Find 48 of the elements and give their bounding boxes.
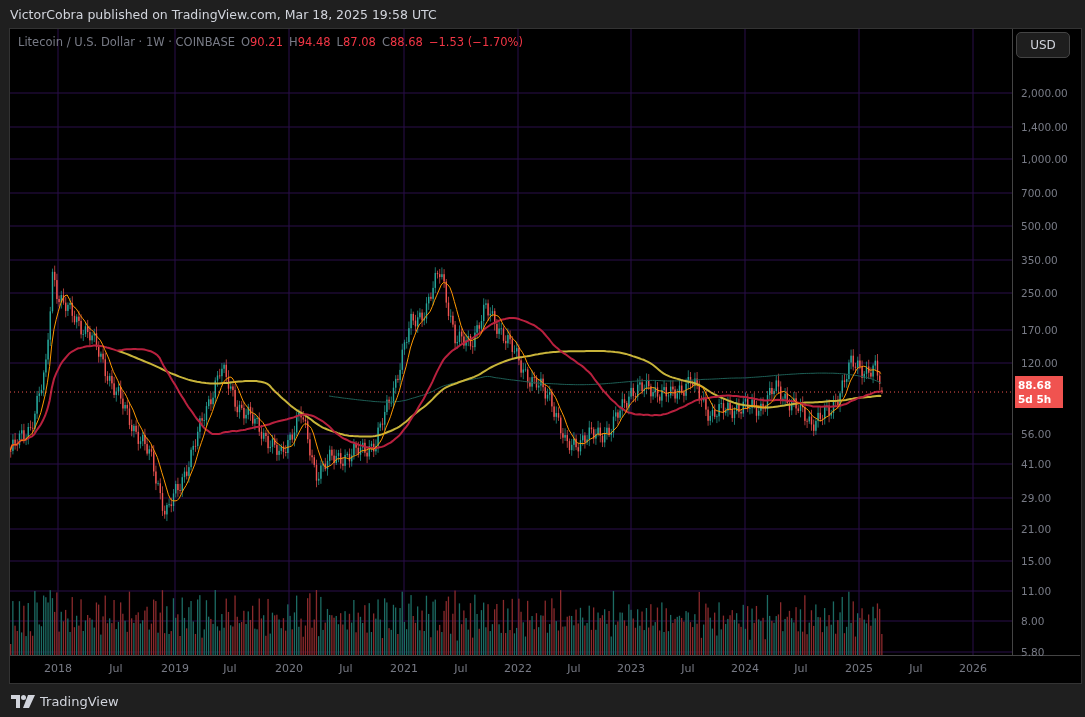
price-axis-label: 1,000.00	[1021, 153, 1068, 165]
price-axis-label: 120.00	[1021, 357, 1058, 369]
ohlc-label: C	[381, 35, 390, 49]
time-axis-label: 2024	[731, 662, 759, 675]
price-axis-label: 8.00	[1021, 615, 1045, 627]
price-axis-label: 1,400.00	[1021, 121, 1068, 133]
price-axis-label: 170.00	[1021, 324, 1058, 336]
price-axis-label: 350.00	[1021, 254, 1058, 266]
price-axis-label: 41.00	[1021, 458, 1052, 470]
price-axis-label: 56.00	[1021, 428, 1052, 440]
price-axis-label: 21.00	[1021, 523, 1052, 535]
price-axis-label: 2,000.00	[1021, 87, 1068, 99]
time-axis-label: 2020	[275, 662, 303, 675]
ohlc-label: O	[241, 35, 251, 49]
last-price-label: 88.68 5d 5h	[1015, 376, 1063, 408]
time-axis-label: 2019	[161, 662, 189, 675]
currency-button[interactable]: USD	[1016, 32, 1070, 58]
time-axis-label: 2018	[44, 662, 72, 675]
ohlc-value: 87.08	[343, 35, 376, 49]
time-axis-label: 2021	[390, 662, 418, 675]
time-axis-label: 2023	[617, 662, 645, 675]
time-axis-label: 2022	[504, 662, 532, 675]
time-axis-label: 2026	[959, 662, 987, 675]
price-axis-label: 29.00	[1021, 492, 1052, 504]
price-change: −1.53 (−1.70%)	[428, 35, 523, 49]
time-axis-label: Jul	[681, 662, 695, 675]
time-axis-label: Jul	[339, 662, 353, 675]
price-axis-label: 700.00	[1021, 187, 1058, 199]
ohlc-value: 90.21	[250, 35, 283, 49]
time-axis-label: Jul	[454, 662, 468, 675]
symbol-label: Litecoin / U.S. Dollar · 1W · COINBASE	[18, 35, 235, 49]
time-axis-label: 2025	[845, 662, 873, 675]
ohlc-label: H	[289, 35, 298, 49]
ohlc-label: L	[336, 35, 343, 49]
price-axis-label: 11.00	[1021, 585, 1052, 597]
price-axis-label: 500.00	[1021, 220, 1058, 232]
time-axis-label: Jul	[794, 662, 808, 675]
time-axis-label: Jul	[223, 662, 237, 675]
time-axis-label: Jul	[567, 662, 581, 675]
price-axis-label: 15.00	[1021, 555, 1052, 567]
brand-name: TradingView	[40, 694, 119, 709]
time-axis-label: Jul	[909, 662, 923, 675]
price-axis-label: 5.80	[1021, 646, 1045, 658]
ohlc-value: 88.68	[389, 35, 423, 49]
price-axis-label: 250.00	[1021, 287, 1058, 299]
ohlc-value: 94.48	[297, 35, 331, 49]
publication-header: VictorCobra published on TradingView.com, Mar 18, 2025 19:58 UTC	[9, 5, 438, 24]
time-axis-label: Jul	[109, 662, 123, 675]
